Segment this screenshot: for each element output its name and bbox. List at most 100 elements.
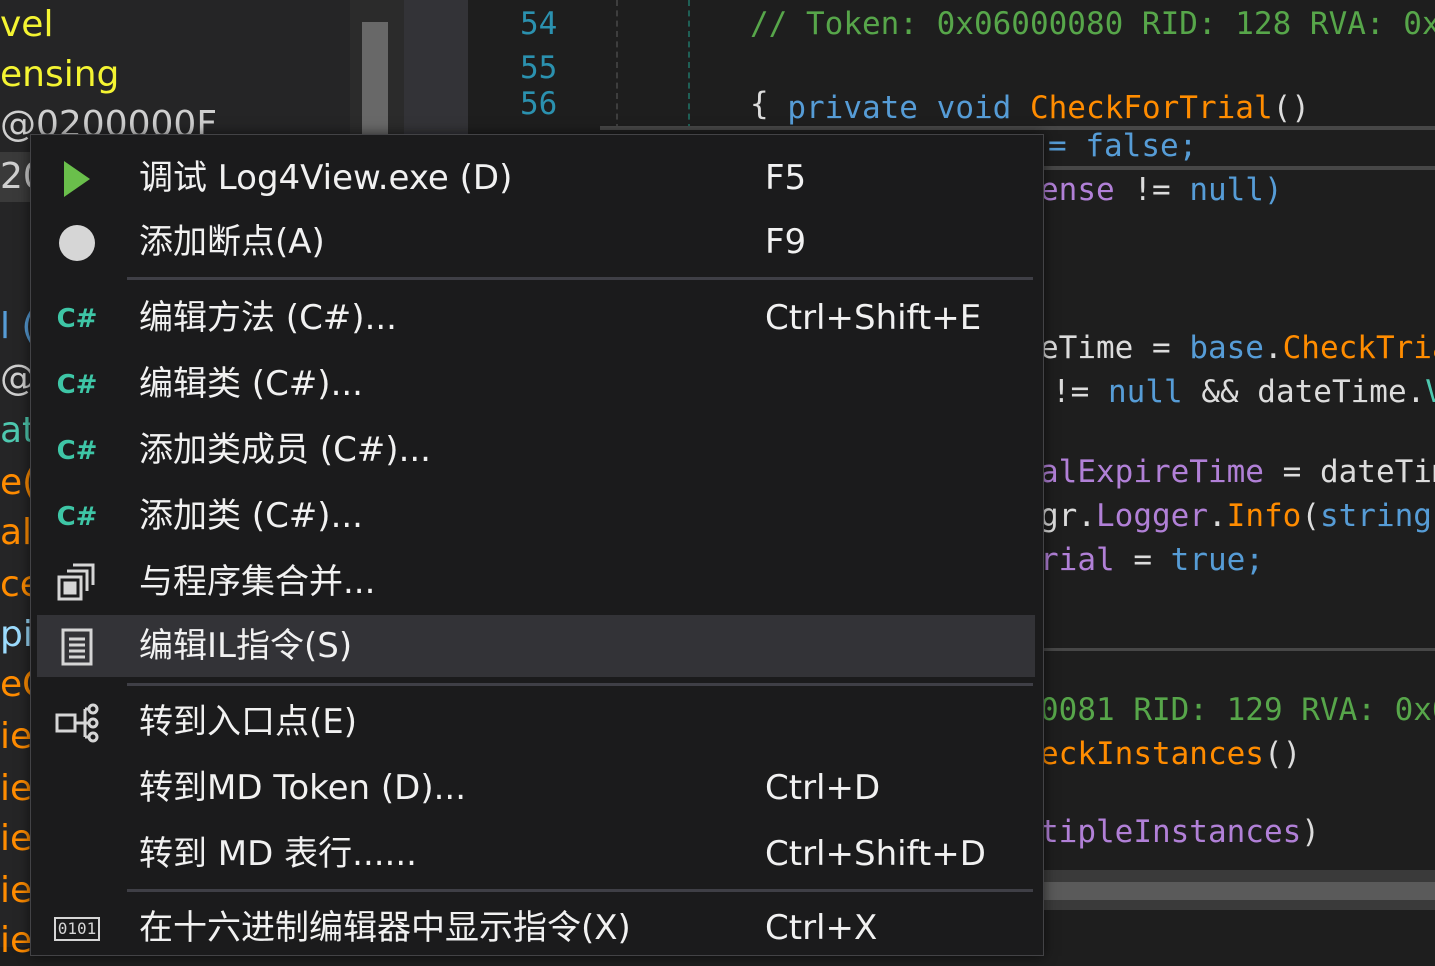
code-token: && dateTime. xyxy=(1182,374,1426,410)
paren: () xyxy=(1272,90,1310,126)
menu-item-goto-md-table-row[interactable]: 转到 MD 表行...... Ctrl+Shift+D xyxy=(37,823,1035,885)
code-fragment: rial = true; xyxy=(1040,540,1264,580)
tree-node-label[interactable]: vel xyxy=(0,0,53,50)
token-comment: // Token: 0x06000080 RID: 128 RVA: 0x00 xyxy=(750,6,1435,42)
code-token: != xyxy=(1052,374,1108,410)
menu-item-add-class[interactable]: C# 添加类 (C#)... xyxy=(37,485,1035,547)
menu-item-label: 添加类 (C#)... xyxy=(139,496,363,536)
method-separator xyxy=(1044,648,1435,651)
tree-node-label[interactable]: ie xyxy=(0,712,32,762)
menu-item-label: 与程序集合并... xyxy=(139,562,376,602)
code-token: gr. xyxy=(1040,498,1096,534)
menu-item-label: 转到入口点(E) xyxy=(139,702,358,742)
merge-icon xyxy=(55,561,99,605)
menu-separator xyxy=(127,683,1033,686)
menu-separator xyxy=(127,277,1033,280)
csharp-icon: C# xyxy=(56,436,98,466)
code-fragment: ense != null) xyxy=(1040,170,1283,210)
code-token: () xyxy=(1263,736,1302,772)
tree-node-label[interactable]: ie xyxy=(0,814,32,864)
menu-item-label: 转到 MD 表行...... xyxy=(139,834,417,874)
menu-separator xyxy=(127,889,1033,892)
menu-item-add-class-member[interactable]: C# 添加类成员 (C#)... xyxy=(37,419,1035,481)
open-brace: { xyxy=(750,86,769,122)
code-token: eckInstances xyxy=(1040,736,1264,772)
code-token: != xyxy=(1114,172,1190,208)
code-token: Logger xyxy=(1096,498,1208,534)
code-token: true; xyxy=(1170,542,1264,578)
menu-item-debug[interactable]: 调试 Log4View.exe (D) F5 xyxy=(37,147,1035,209)
code-token: null) xyxy=(1189,172,1283,208)
code-token: ( xyxy=(1301,498,1320,534)
menu-item-label: 在十六进制编辑器中显示指令(X) xyxy=(139,908,631,948)
code-token: null xyxy=(1108,374,1183,410)
menu-item-goto-entrypoint[interactable]: 转到入口点(E) xyxy=(37,691,1035,753)
menu-item-shortcut: Ctrl+D xyxy=(765,768,881,808)
menu-item-label: 编辑类 (C#)... xyxy=(139,364,363,404)
line-number: 54 xyxy=(520,6,558,42)
line-number: 56 xyxy=(520,86,558,122)
csharp-icon: C# xyxy=(56,370,98,400)
menu-item-shortcut: Ctrl+Shift+E xyxy=(765,298,982,338)
tree-node-label[interactable]: ie xyxy=(0,916,32,966)
code-token: . xyxy=(1263,330,1283,366)
play-icon xyxy=(55,157,99,201)
tree-node-label[interactable]: pi xyxy=(0,610,33,660)
menu-item-shortcut: Ctrl+X xyxy=(765,908,878,948)
keyword-void: void xyxy=(936,90,1012,126)
code-token: ) xyxy=(1301,814,1320,850)
tree-node-label[interactable]: ie xyxy=(0,764,32,814)
code-fragment: eckInstances() xyxy=(1040,734,1301,774)
code-token: Va xyxy=(1425,374,1435,410)
code-token: string xyxy=(1319,498,1432,534)
code-fragment: gr.Logger.Info(string.F xyxy=(1040,496,1435,536)
tree-node-label[interactable]: ie xyxy=(0,866,32,916)
menu-item-shortcut: Ctrl+Shift+D xyxy=(765,834,986,874)
il-document-icon xyxy=(55,625,99,669)
line-number: 55 xyxy=(520,50,558,86)
method-name[interactable]: CheckForTrial xyxy=(1030,90,1273,126)
breakpoint-icon xyxy=(55,221,99,265)
method-signature: private void CheckForTrial() xyxy=(750,48,1310,128)
code-fragment: alExpireTime = dateTime xyxy=(1040,452,1435,492)
code-token: Info xyxy=(1226,498,1302,534)
horizontal-scrollbar-thumb[interactable] xyxy=(1044,882,1435,900)
entrypoint-icon xyxy=(55,701,99,745)
menu-item-shortcut: F9 xyxy=(765,222,807,262)
code-fragment: != null && dateTime.Va xyxy=(1052,372,1435,412)
menu-item-edit-class[interactable]: C# 编辑类 (C#)... xyxy=(37,353,1035,415)
menu-item-label: 编辑方法 (C#)... xyxy=(139,298,397,338)
menu-item-edit-method[interactable]: C# 编辑方法 (C#)... Ctrl+Shift+E xyxy=(37,287,1035,349)
indent-guide xyxy=(616,0,618,130)
menu-item-goto-md-token[interactable]: 转到MD Token (D)... Ctrl+D xyxy=(37,757,1035,819)
code-token: rial xyxy=(1040,542,1115,578)
fold-guide xyxy=(688,0,690,130)
csharp-icon: C# xyxy=(56,502,98,532)
code-token: ense xyxy=(1040,172,1115,208)
menu-item-edit-il[interactable]: 编辑IL指令(S) xyxy=(37,615,1035,677)
tree-scrollbar-thumb[interactable] xyxy=(362,22,388,134)
menu-item-label: 添加断点(A) xyxy=(139,222,325,262)
menu-item-show-in-hex-editor[interactable]: 0101 在十六进制编辑器中显示指令(X) Ctrl+X xyxy=(37,897,1035,959)
menu-item-label: 编辑IL指令(S) xyxy=(139,626,353,666)
menu-item-label: 转到MD Token (D)... xyxy=(139,768,467,808)
menu-item-add-breakpoint[interactable]: 添加断点(A) F9 xyxy=(37,211,1035,273)
code-fragment: 0081 RID: 129 RVA: 0x00 xyxy=(1040,692,1435,728)
menu-item-label: 添加类成员 (C#)... xyxy=(139,430,431,470)
code-fragment: tipleInstances) xyxy=(1040,812,1320,852)
code-token: alExpireTime xyxy=(1040,454,1264,490)
code-fragment: = false; xyxy=(1048,128,1198,164)
code-token: eTime = xyxy=(1040,330,1190,366)
menu-item-label: 调试 Log4View.exe (D) xyxy=(139,158,513,198)
csharp-icon: C# xyxy=(56,304,98,334)
context-menu: 调试 Log4View.exe (D) F5 添加断点(A) F9 C# 编辑方… xyxy=(30,134,1044,956)
tree-node-label[interactable]: ensing xyxy=(0,50,119,100)
code-token: . xyxy=(1207,498,1227,534)
menu-item-merge-assembly[interactable]: 与程序集合并... xyxy=(37,551,1035,613)
code-token: CheckTria xyxy=(1282,330,1435,366)
code-token: tipleInstances xyxy=(1040,814,1302,850)
code-token: = xyxy=(1114,542,1171,578)
keyword-private: private xyxy=(787,90,918,126)
hex-icon: 0101 xyxy=(53,907,101,951)
code-fragment: eTime = base.CheckTria xyxy=(1040,328,1435,368)
